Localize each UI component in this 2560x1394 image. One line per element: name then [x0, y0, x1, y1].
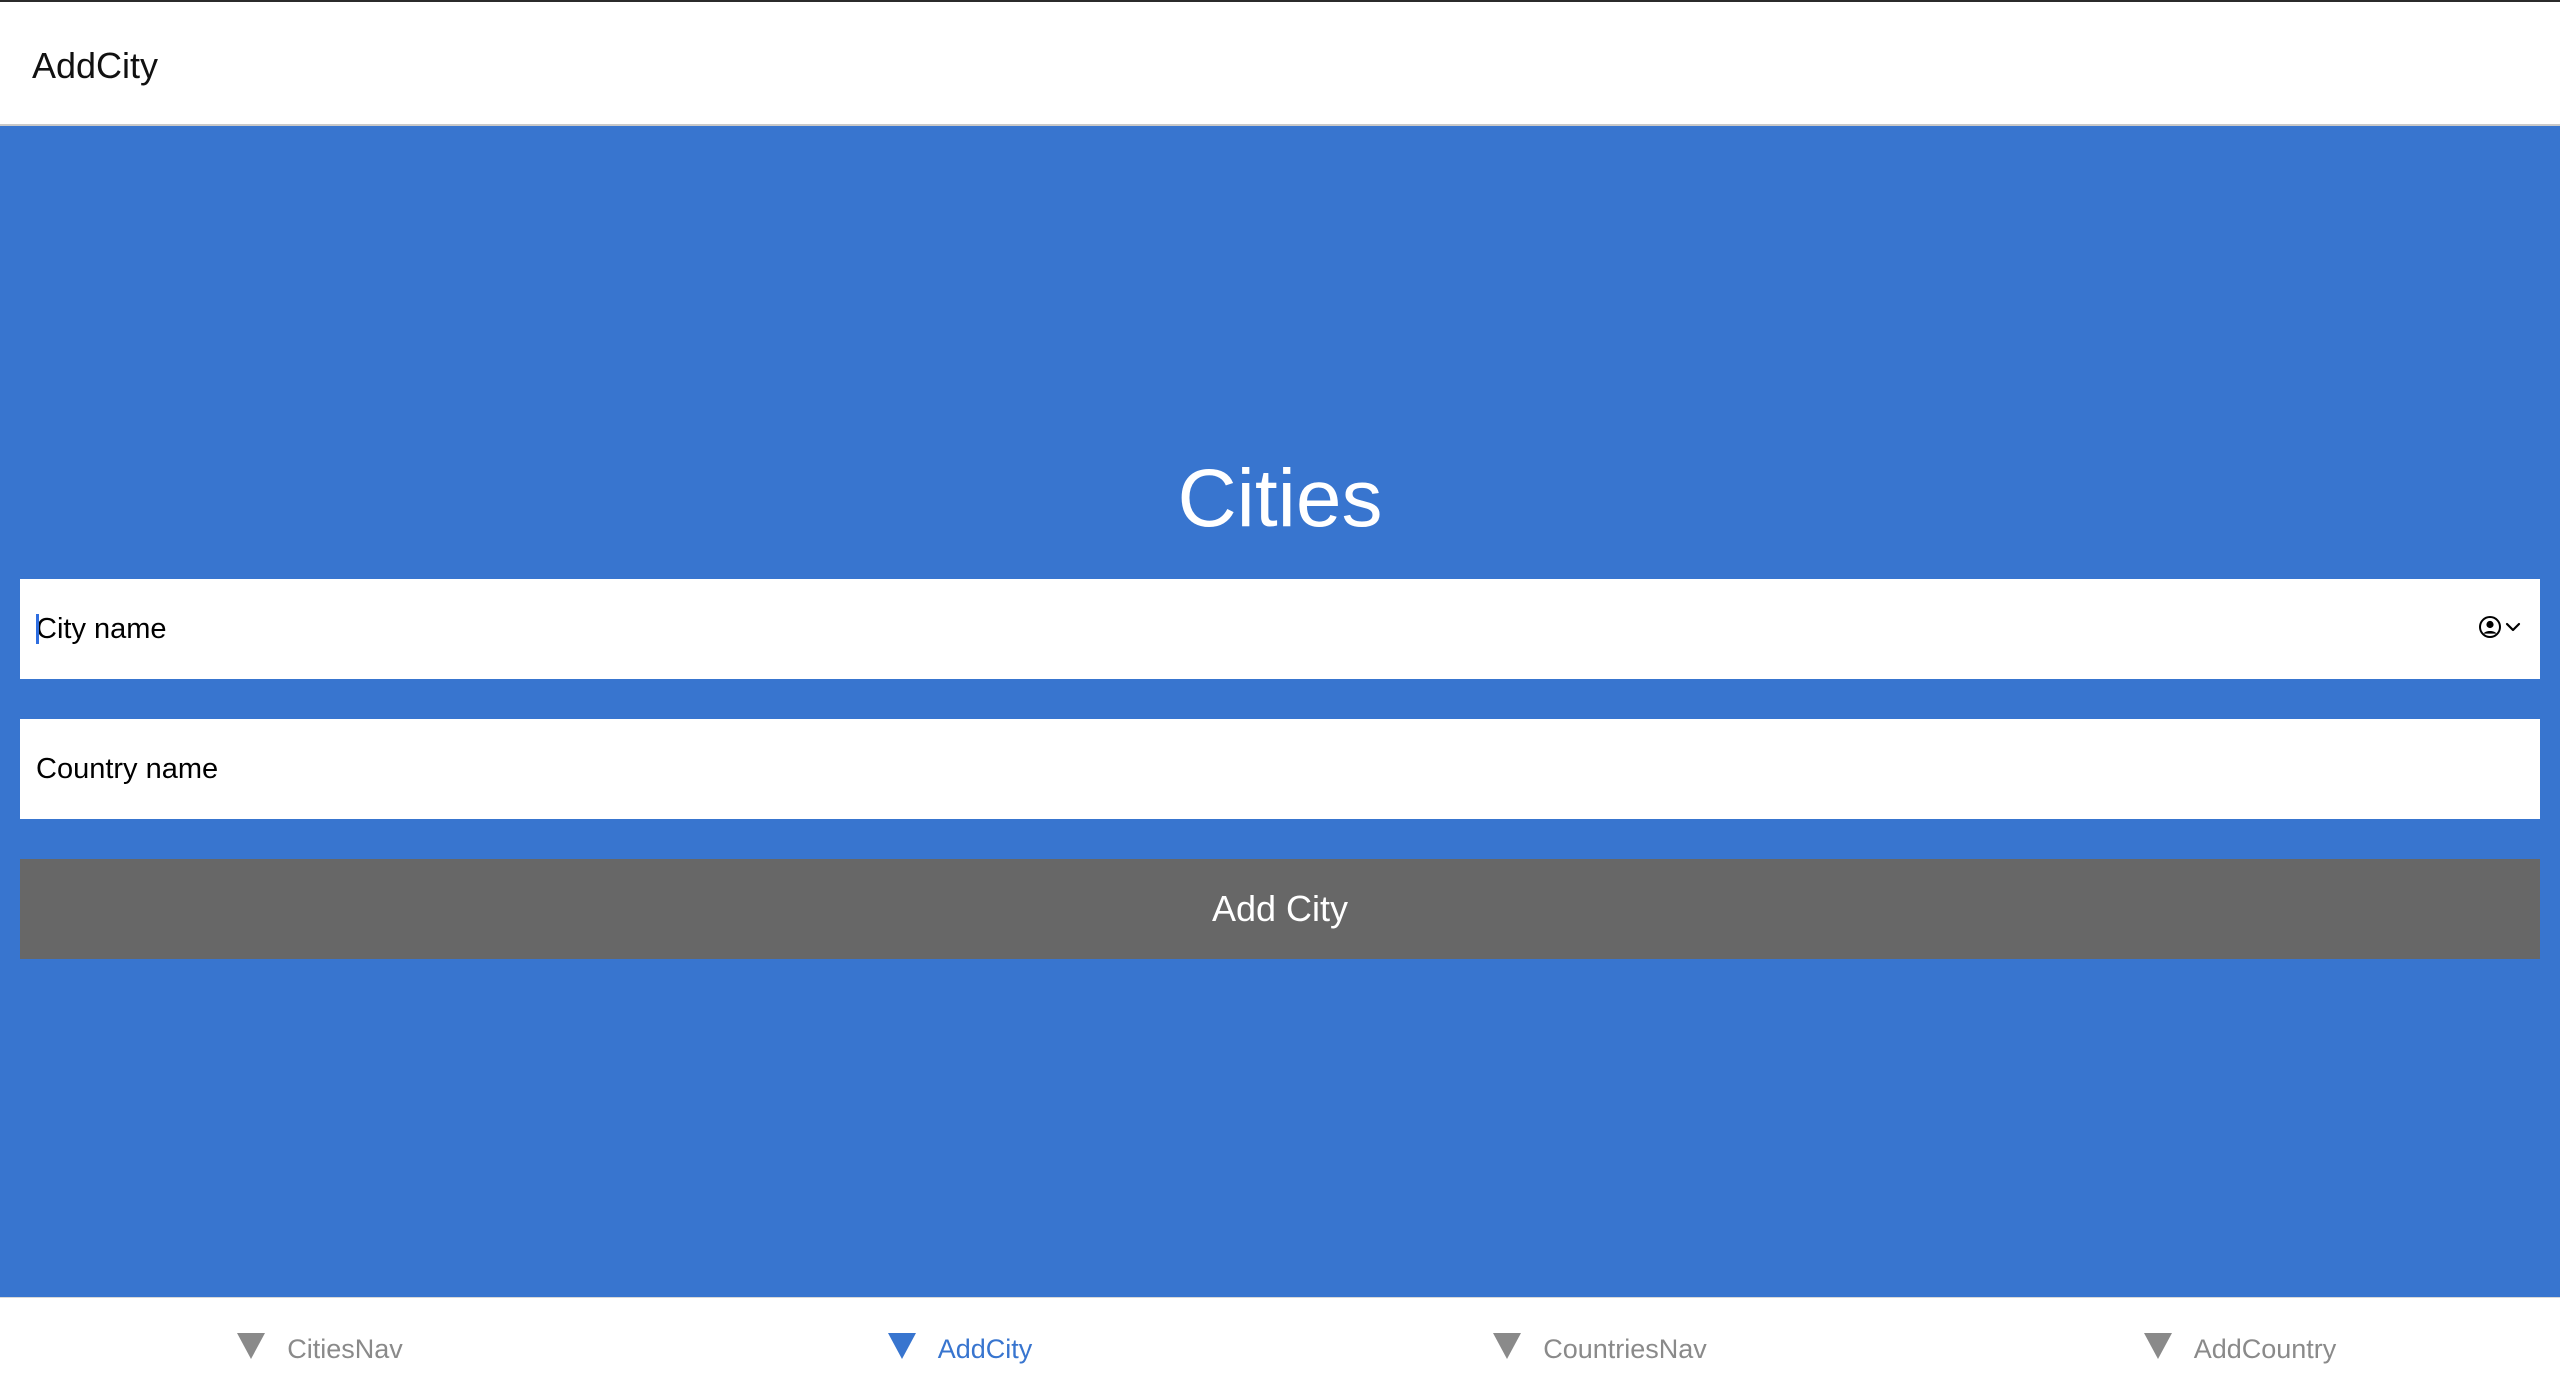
tab-add-country[interactable]: AddCountry	[1920, 1298, 2560, 1394]
app-window: AddCity Cities Add City CitiesNav A	[0, 0, 2560, 1394]
triangle-down-icon	[887, 1332, 916, 1359]
tab-label: AddCountry	[2193, 1334, 2337, 1364]
city-name-field[interactable]	[20, 579, 2540, 679]
tab-label: AddCity	[937, 1334, 1033, 1364]
text-caret	[36, 614, 39, 644]
page-title: Cities	[1177, 453, 1383, 544]
navigation-header: AddCity	[0, 2, 2560, 126]
tab-label: CitiesNav	[287, 1334, 403, 1364]
tab-countries-nav[interactable]: CountriesNav	[1280, 1298, 1920, 1394]
chevron-down-icon	[2505, 622, 2521, 632]
country-name-field[interactable]	[20, 719, 2540, 819]
tab-cities-nav[interactable]: CitiesNav	[0, 1298, 640, 1394]
tab-label: CountriesNav	[1543, 1334, 1707, 1364]
person-circle-icon	[2479, 616, 2501, 638]
country-name-input[interactable]	[20, 719, 2540, 819]
bottom-tab-bar: CitiesNav AddCity CountriesNav AddCountr…	[0, 1297, 2560, 1394]
tab-add-city[interactable]: AddCity	[640, 1298, 1280, 1394]
triangle-down-icon	[237, 1332, 266, 1359]
triangle-down-icon	[1493, 1332, 1522, 1359]
header-title: AddCity	[32, 45, 159, 86]
autofill-contact-icon[interactable]	[2478, 615, 2522, 639]
city-name-input[interactable]	[20, 579, 2540, 679]
triangle-down-icon	[2143, 1332, 2172, 1359]
main-content: Cities	[0, 126, 2560, 1297]
add-city-button[interactable]: Add City	[20, 859, 2540, 959]
